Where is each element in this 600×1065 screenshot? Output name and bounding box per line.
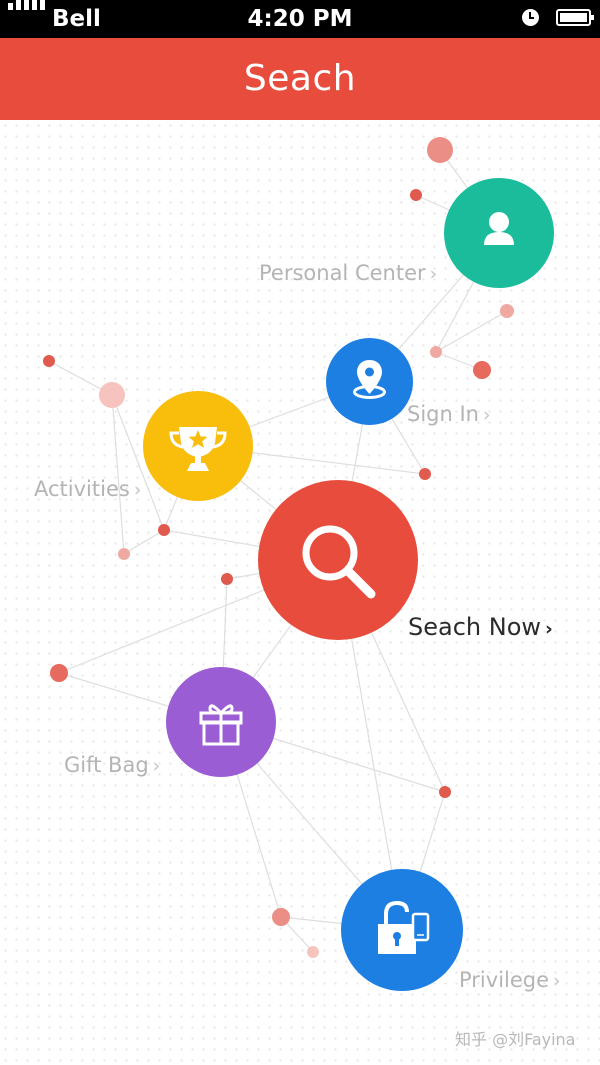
sign-in-button[interactable] [326, 338, 413, 425]
privilege-label: Privilege [459, 968, 550, 992]
personal-center-link[interactable]: Personal Center › [259, 261, 437, 285]
location-pin-icon [353, 360, 386, 399]
activities-button[interactable] [143, 391, 253, 501]
personal-center-label: Personal Center [259, 261, 426, 285]
gift-bag-link[interactable]: Gift Bag › [64, 753, 160, 777]
gift-bag-button[interactable] [166, 667, 276, 777]
person-icon [484, 212, 514, 245]
chevron-right-icon: › [553, 970, 561, 992]
activities-link[interactable]: Activities › [34, 477, 141, 501]
chevron-right-icon: › [152, 755, 161, 777]
chevron-right-icon: › [133, 479, 142, 501]
search-now-link[interactable]: Seach Now › [408, 613, 553, 641]
magnifier-icon [302, 525, 376, 599]
search-now-label: Seach Now [408, 613, 542, 641]
trophy-icon [169, 427, 227, 471]
watermark-text: 知乎 @刘Fayina [455, 1030, 576, 1049]
gift-icon [199, 704, 243, 746]
chevron-right-icon: › [545, 618, 553, 640]
gift-bag-label: Gift Bag [64, 753, 149, 777]
page-title: Seach [0, 38, 600, 120]
sign-in-label: Sign In [407, 402, 479, 426]
search-now-button[interactable] [258, 480, 418, 640]
personal-center-button[interactable] [444, 178, 554, 288]
sign-in-link[interactable]: Sign In › [407, 402, 491, 426]
battery-icon [556, 9, 594, 26]
chevron-right-icon: › [482, 404, 491, 426]
privilege-link[interactable]: Privilege › [459, 968, 561, 992]
status-bar: Bell 4:20 PM [0, 0, 600, 38]
privilege-button[interactable] [341, 869, 463, 991]
unlocked-padlock-phone-icon [378, 900, 430, 954]
alarm-clock-icon [522, 9, 539, 26]
activities-label: Activities [34, 477, 130, 501]
status-time: 4:20 PM [247, 6, 353, 32]
chevron-right-icon: › [429, 263, 438, 285]
